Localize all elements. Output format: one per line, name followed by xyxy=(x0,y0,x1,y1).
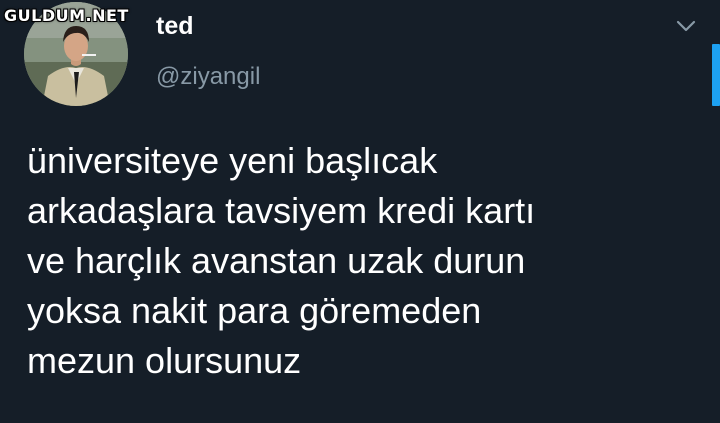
tweet-text: üniversiteye yeni başlıcak arkadaşlara t… xyxy=(27,140,536,381)
scrollbar[interactable] xyxy=(712,44,720,106)
watermark-logo: GULDUM.NET xyxy=(4,6,129,25)
chevron-down-icon[interactable] xyxy=(674,14,698,38)
user-handle[interactable]: @ziyangil xyxy=(156,63,260,91)
display-name[interactable]: ted xyxy=(156,12,194,41)
